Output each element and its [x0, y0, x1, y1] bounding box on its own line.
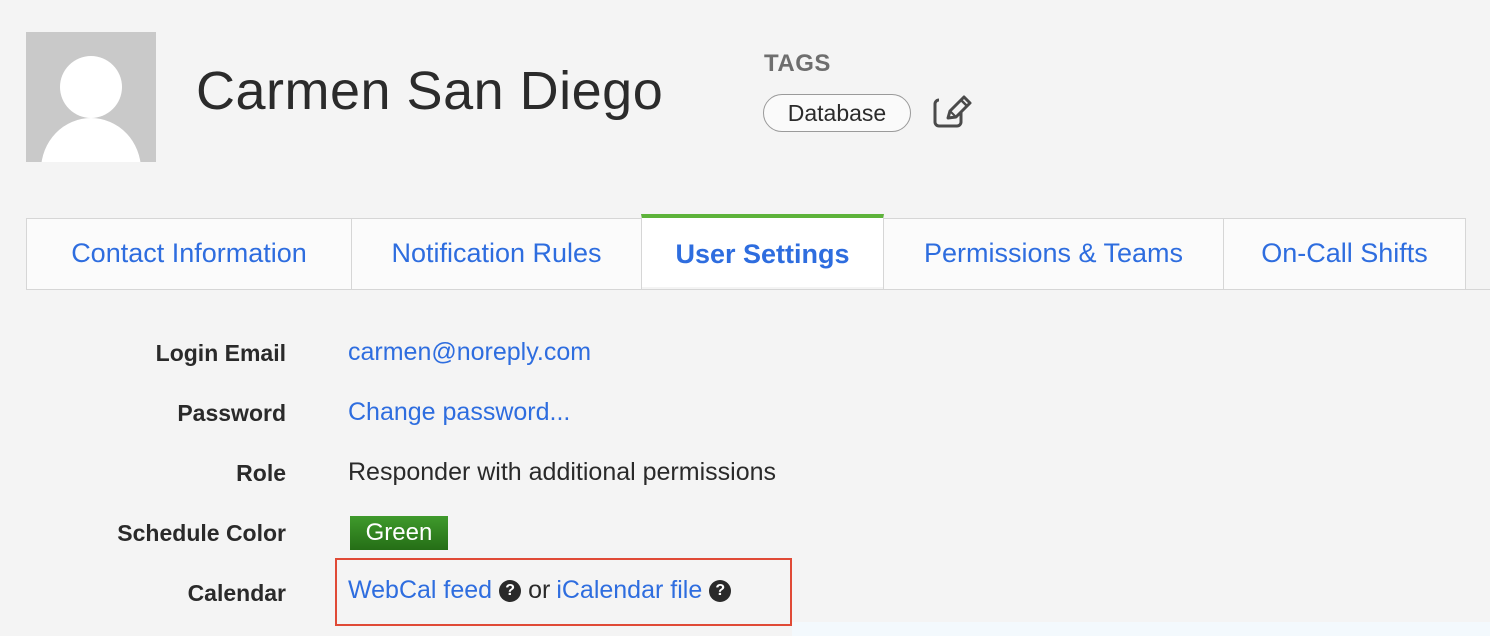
webcal-feed-link[interactable]: WebCal feed	[348, 576, 492, 605]
avatar	[26, 32, 156, 162]
tab-contact-information[interactable]: Contact Information	[26, 218, 352, 290]
webcal-help-icon[interactable]: ?	[499, 579, 522, 602]
tab-bar: Contact Information Notification Rules U…	[26, 214, 1490, 290]
edit-tags-button[interactable]	[933, 94, 979, 130]
edit-icon	[933, 94, 979, 128]
tab-notification-rules[interactable]: Notification Rules	[351, 218, 642, 290]
login-email-link[interactable]: carmen@noreply.com	[348, 338, 591, 367]
tab-user-settings[interactable]: User Settings	[641, 214, 884, 287]
tag-database[interactable]: Database	[763, 94, 911, 132]
icalendar-help-icon[interactable]: ?	[709, 579, 732, 602]
tab-on-call-shifts[interactable]: On-Call Shifts	[1223, 218, 1466, 290]
calendar-separator: or	[528, 576, 551, 604]
icalendar-file-link[interactable]: iCalendar file	[556, 576, 702, 605]
change-password-link[interactable]: Change password...	[348, 398, 570, 427]
schedule-color-badge: Green	[350, 516, 448, 550]
bottom-strip	[792, 622, 1490, 636]
calendar-links: WebCal feed ? or iCalendar file ?	[348, 576, 738, 605]
schedule-color-label: Schedule Color	[117, 520, 286, 546]
tab-permissions-teams[interactable]: Permissions & Teams	[883, 218, 1224, 290]
tags-label: TAGS	[764, 50, 831, 77]
calendar-label: Calendar	[187, 580, 286, 606]
user-name: Carmen San Diego	[196, 61, 664, 121]
role-label: Role	[236, 460, 286, 486]
role-value: Responder with additional permissions	[348, 458, 777, 486]
default-avatar-icon	[41, 56, 141, 162]
login-email-label: Login Email	[155, 340, 286, 366]
password-label: Password	[177, 400, 286, 426]
